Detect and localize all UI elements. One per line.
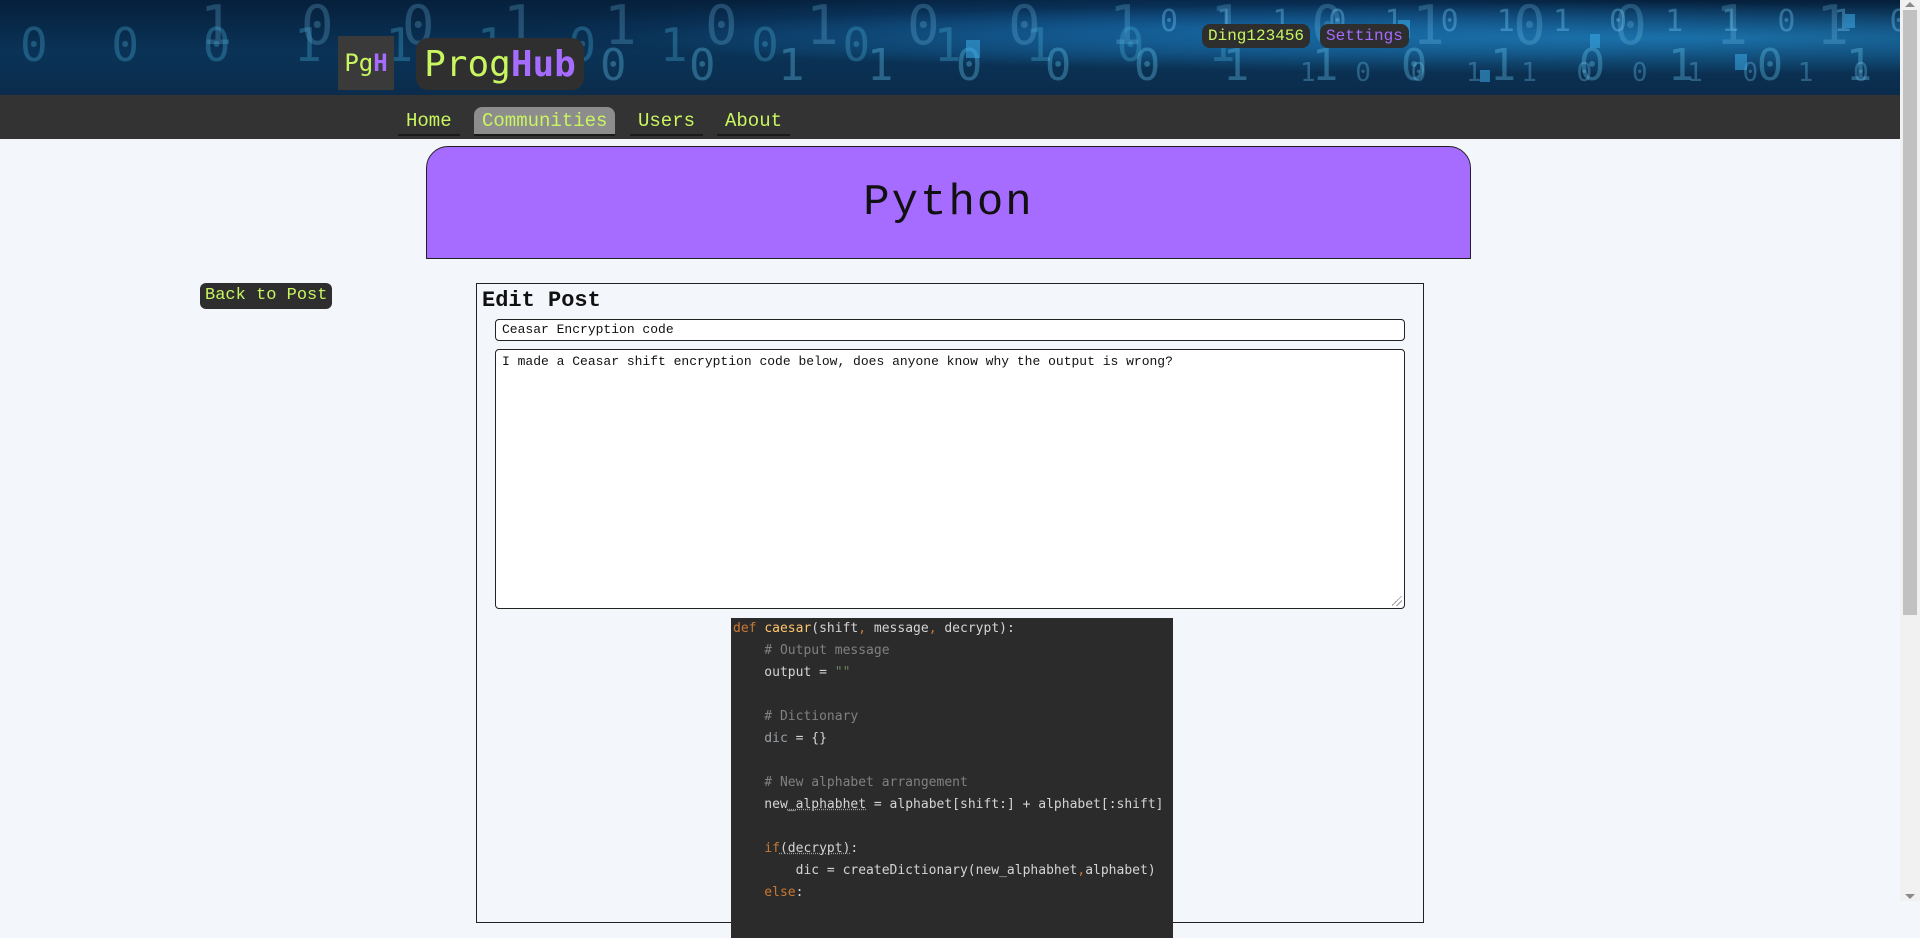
logo-wordmark-suffix: Hub (510, 43, 576, 85)
code-line: # New alphabet arrangement (733, 775, 968, 790)
code-text: decrypt): (944, 621, 1015, 636)
logo-small-suffix: H (373, 49, 388, 77)
header-banner: 1 0 0 1 1 0 1 0 0 1 1 0 1 0 0 1 1 0 1 0 … (0, 0, 1900, 95)
code-text: alphabet) (1085, 863, 1156, 878)
edit-post-heading: Edit Post (482, 288, 601, 313)
code-text: dic = createDictionary(new_alphabhet (733, 863, 1078, 878)
post-title-input[interactable]: Ceasar Encryption code (495, 319, 1405, 341)
binary-square (1590, 34, 1600, 48)
code-line: new_alphabhet = alphabet[shift:] + alpha… (731, 794, 1173, 816)
nav-item-about[interactable]: About (717, 107, 791, 136)
nav-item-communities[interactable]: Communities (474, 107, 616, 136)
logo-small-prefix: Pg (344, 49, 374, 77)
edit-post-panel: Edit Post Ceasar Encryption code I made … (476, 283, 1424, 938)
code-keyword: else (733, 885, 796, 900)
community-banner: Python (426, 146, 1471, 259)
back-to-post-button[interactable]: Back to Post (200, 283, 333, 309)
resize-grip-icon[interactable] (1392, 596, 1402, 606)
binary-square (966, 40, 980, 58)
code-line: if(decrypt): (731, 838, 1173, 860)
binary-square (1845, 14, 1855, 28)
code-line: # Dictionary (733, 709, 859, 724)
scroll-up-arrow-icon[interactable] (1905, 2, 1915, 7)
logo-small[interactable]: Pg H (338, 36, 394, 90)
code-text: (decrypt) (779, 841, 851, 856)
scrollbar-thumb[interactable] (1903, 10, 1917, 615)
binary-square (1735, 54, 1747, 70)
code-text: new (733, 797, 788, 812)
code-function-name: caesar (764, 621, 812, 636)
code-line: output = "" (731, 662, 1173, 684)
username-link[interactable]: Ding123456 (1202, 24, 1311, 48)
logo-wordmark[interactable]: Prog Hub (416, 38, 584, 90)
code-line: dic = createDictionary(new_alphabhet,alp… (731, 860, 1173, 882)
main-nav: Home Communities Users About (0, 95, 1900, 139)
scroll-down-arrow-icon[interactable] (1905, 894, 1915, 899)
page-scrollbar[interactable] (1900, 0, 1920, 901)
code-text: _alphabhet (787, 797, 867, 812)
code-keyword: if (764, 841, 780, 856)
binary-square (1480, 70, 1490, 82)
code-punct: , (858, 621, 874, 636)
post-body-text: I made a Ceasar shift encryption code be… (502, 354, 1173, 369)
code-keyword: def (733, 621, 765, 636)
binary-background: 1 0 0 1 1 0 0 1 0 1 0 1 1 0 1 0 1 (1300, 58, 1900, 88)
code-block: def caesar(shift, message, decrypt): # O… (731, 618, 1173, 938)
code-punct: , (928, 621, 945, 636)
settings-link[interactable]: Settings (1320, 24, 1409, 48)
code-string: "" (834, 665, 851, 680)
nav-item-home[interactable]: Home (398, 107, 460, 136)
code-text: dic (733, 731, 788, 746)
code-line: # Output message (733, 643, 890, 658)
code-text: = {} (787, 731, 827, 746)
code-line: def caesar(shift, message, decrypt): (731, 618, 1173, 640)
nav-item-users[interactable]: Users (630, 107, 704, 136)
code-text: output = (733, 665, 835, 680)
code-text: : (850, 841, 859, 856)
code-text: (shift (811, 621, 859, 636)
code-text: message (873, 621, 929, 636)
code-text: : (795, 885, 804, 900)
code-line: dic = {} (731, 728, 1173, 750)
post-body-textarea[interactable]: I made a Ceasar shift encryption code be… (495, 349, 1405, 609)
community-title: Python (863, 177, 1034, 228)
code-text: = alphabet[shift:] + alphabet[:shift] (866, 797, 1164, 812)
logo-wordmark-prefix: Prog (424, 43, 511, 85)
user-area: Ding123456 Settings (1202, 24, 1409, 48)
